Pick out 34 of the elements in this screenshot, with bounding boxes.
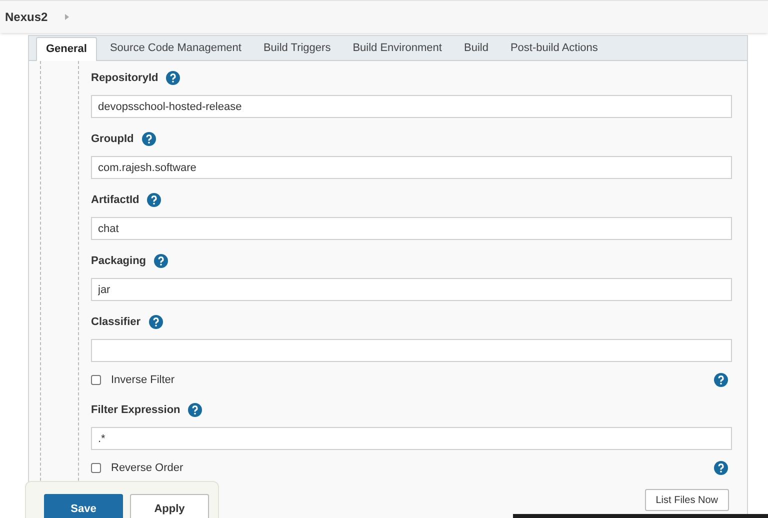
help-icon[interactable]	[188, 403, 202, 417]
tab[interactable]: Build Triggers	[254, 37, 340, 60]
help-icon[interactable]	[142, 132, 156, 146]
text-field[interactable]: chat	[91, 217, 732, 240]
checkbox[interactable]	[91, 375, 101, 385]
text-field[interactable]: devopsschool-hosted-release	[91, 95, 732, 118]
help-icon[interactable]	[166, 71, 180, 85]
tab[interactable]: Build	[454, 37, 498, 60]
help-icon[interactable]	[148, 315, 163, 329]
tab[interactable]: Build Environment	[344, 37, 451, 60]
field-label: ArtifactId	[91, 192, 140, 208]
list-files-button[interactable]: List Files Now	[644, 489, 729, 511]
apply-button[interactable]: Apply	[130, 494, 209, 518]
field-label: GroupId	[91, 132, 134, 147]
text-field[interactable]	[91, 339, 732, 362]
field-label: RepositoryId	[91, 70, 158, 86]
checkbox-label: Reverse Order	[111, 460, 184, 476]
save-button[interactable]: Save	[44, 494, 123, 518]
help-icon[interactable]	[147, 193, 162, 207]
text-field[interactable]: jar	[91, 278, 732, 301]
checkbox[interactable]	[91, 463, 101, 473]
help-icon[interactable]	[154, 254, 168, 268]
text-field[interactable]: com.rajesh.software	[91, 156, 732, 179]
field-label: Classifier	[91, 314, 141, 330]
job-title[interactable]: Nexus2	[5, 8, 48, 26]
tab[interactable]: Post-build Actions	[501, 37, 607, 60]
text-field[interactable]: .*	[91, 427, 732, 450]
tab[interactable]: General	[36, 37, 97, 61]
checkbox-label: Inverse Filter	[111, 372, 175, 388]
field-label: Packaging	[91, 254, 146, 269]
tab[interactable]: Source Code Management	[100, 37, 250, 60]
help-icon[interactable]	[714, 373, 728, 387]
field-label: Filter Expression	[91, 402, 180, 418]
help-icon[interactable]	[714, 461, 728, 475]
